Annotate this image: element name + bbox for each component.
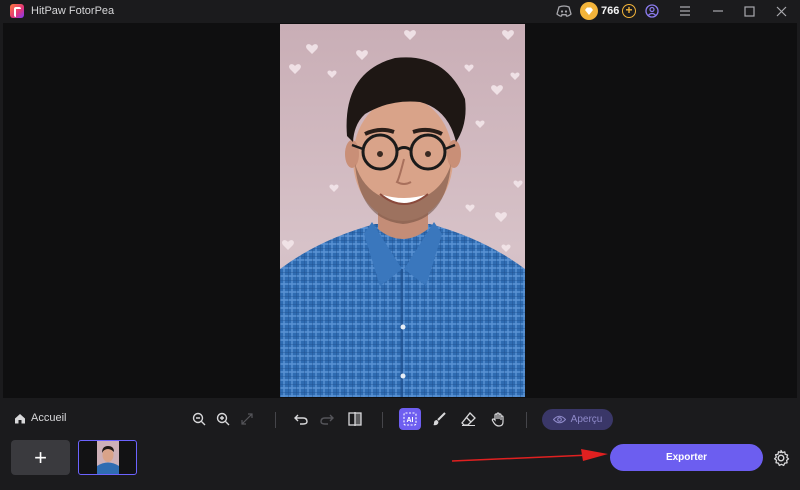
svg-text:AI: AI xyxy=(407,417,414,424)
account-icon[interactable] xyxy=(644,3,660,19)
zoom-in-icon[interactable] xyxy=(212,408,234,430)
eraser-icon[interactable] xyxy=(457,408,479,430)
compare-icon[interactable] xyxy=(344,408,366,430)
minimize-icon[interactable] xyxy=(710,3,726,19)
eye-icon xyxy=(552,415,566,424)
export-button[interactable]: Exporter xyxy=(610,444,763,471)
ai-select-icon[interactable]: AI xyxy=(399,408,421,430)
brush-icon[interactable] xyxy=(428,408,450,430)
add-image-button[interactable]: + xyxy=(11,440,70,475)
fit-screen-icon[interactable] xyxy=(236,408,258,430)
discord-icon[interactable] xyxy=(556,3,572,19)
zoom-out-icon[interactable] xyxy=(188,408,210,430)
home-button[interactable]: Accueil xyxy=(14,412,66,424)
menu-icon[interactable] xyxy=(677,3,693,19)
app-title: HitPaw FotorPea xyxy=(31,5,115,17)
preview-label: Aperçu xyxy=(570,414,603,425)
home-label: Accueil xyxy=(31,412,67,424)
settings-icon[interactable] xyxy=(772,449,790,467)
coin-icon[interactable] xyxy=(580,2,598,20)
canvas-area[interactable] xyxy=(3,23,797,398)
home-icon xyxy=(15,413,25,423)
maximize-icon[interactable] xyxy=(741,3,757,19)
toolbar: Accueil AI Aperçu xyxy=(0,400,800,438)
annotation-arrow xyxy=(451,449,608,462)
preview-button[interactable]: Aperçu xyxy=(542,409,613,430)
image-thumbnail[interactable] xyxy=(78,440,137,475)
hand-icon[interactable] xyxy=(487,408,509,430)
redo-icon[interactable] xyxy=(316,408,338,430)
undo-icon[interactable] xyxy=(290,408,312,430)
toolbar-divider xyxy=(526,412,527,428)
close-icon[interactable] xyxy=(773,3,789,19)
toolbar-divider xyxy=(275,412,276,428)
title-bar: HitPaw FotorPea 766 + xyxy=(0,0,800,22)
portrait-image xyxy=(280,24,525,397)
coin-count: 766 xyxy=(601,5,620,17)
add-coins-icon[interactable]: + xyxy=(622,4,636,18)
app-logo-icon xyxy=(10,4,24,18)
toolbar-divider xyxy=(382,412,383,428)
